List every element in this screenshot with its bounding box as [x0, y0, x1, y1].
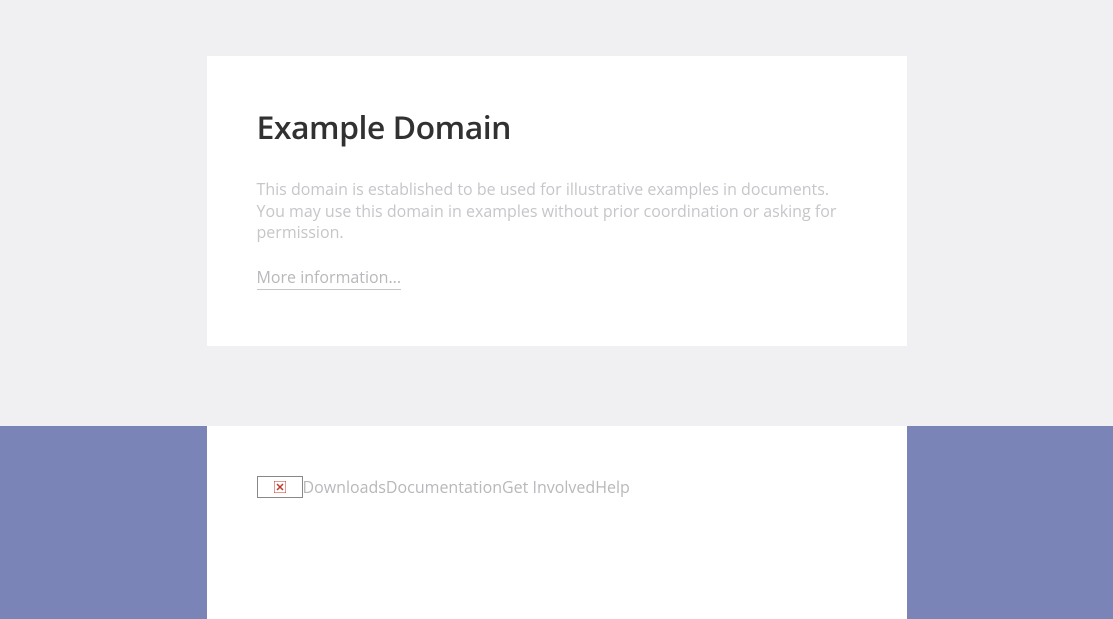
footer-inner: Downloads Documentation Get Involved Hel… — [207, 426, 907, 619]
footer-link-get-involved[interactable]: Get Involved — [502, 476, 595, 498]
footer-links: Downloads Documentation Get Involved Hel… — [303, 476, 630, 498]
content-box: Example Domain This domain is establishe… — [207, 56, 907, 346]
footer-section: Downloads Documentation Get Involved Hel… — [0, 426, 1113, 619]
broken-image-icon — [257, 476, 303, 498]
footer-link-documentation[interactable]: Documentation — [386, 476, 502, 498]
description-text: This domain is established to be used fo… — [257, 179, 857, 244]
more-information-link[interactable]: More information... — [257, 266, 402, 290]
footer-link-help[interactable]: Help — [595, 476, 630, 498]
footer-link-downloads[interactable]: Downloads — [303, 476, 386, 498]
main-section: Example Domain This domain is establishe… — [0, 0, 1113, 426]
page-title: Example Domain — [257, 106, 857, 149]
